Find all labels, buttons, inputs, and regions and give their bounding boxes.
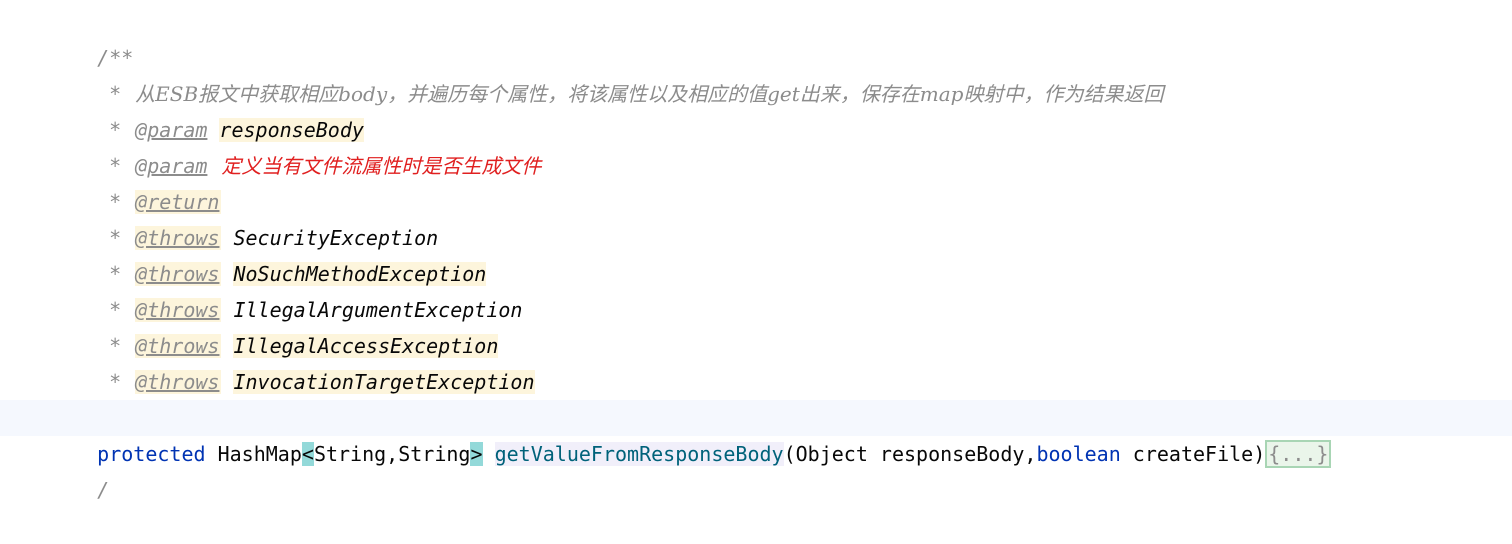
code-line-doc-close: */	[0, 364, 1512, 430]
code-editor[interactable]: /** * 从ESB报文中获取相应body，并遍历每个属性，将该属性以及相应的值g…	[0, 0, 1512, 502]
next-line-fragment: /	[97, 478, 110, 502]
code-line-summary: * 从ESB报文中获取相应body，并遍历每个属性，将该属性以及相应的值get出来…	[0, 40, 1512, 106]
code-line-throws: * @throws SecurityException	[0, 184, 1512, 250]
code-line-return: * @return	[0, 148, 1512, 214]
code-line-doc-open: /**	[0, 4, 1512, 70]
code-line-throws: * @throws InvocationTargetException	[0, 328, 1512, 394]
code-line-next: /	[0, 436, 1512, 502]
code-line-param-response-body: * @param responseBody	[0, 76, 1512, 142]
code-line-param-create-file: * @param 定义当有文件流属性时是否生成文件	[0, 112, 1512, 178]
code-line-method-signature[interactable]: protected HashMap<String,String> getValu…	[0, 400, 1512, 468]
code-line-throws: * @throws IllegalAccessException	[0, 292, 1512, 358]
code-line-throws: * @throws IllegalArgumentException	[0, 256, 1512, 322]
code-line-throws: * @throws NoSuchMethodException	[0, 220, 1512, 286]
